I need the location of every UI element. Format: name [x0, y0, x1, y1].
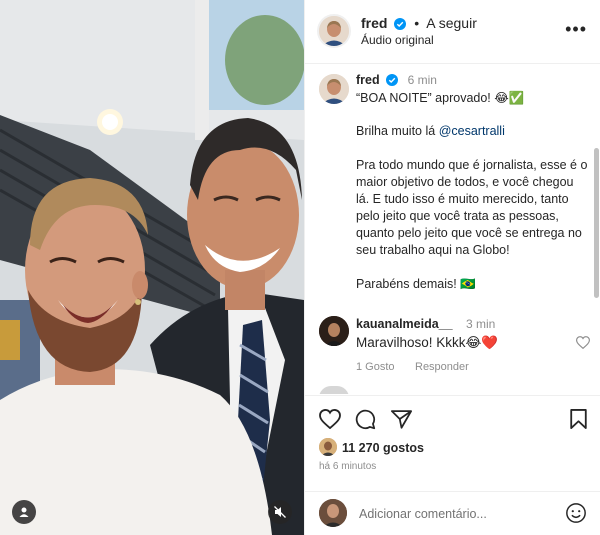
verified-icon: [394, 18, 407, 30]
author-avatar[interactable]: [317, 14, 351, 48]
caption-time: 6 min: [407, 73, 437, 87]
caption-text: Brilha muito lá: [356, 124, 439, 138]
caption-author-avatar[interactable]: [319, 74, 349, 104]
caption-line: Pra todo mundo que é jornalista, esse é …: [356, 158, 588, 257]
current-user-avatar: [319, 499, 347, 527]
comment-input[interactable]: [359, 504, 549, 524]
mute-icon[interactable]: [268, 500, 292, 524]
caption-username[interactable]: fred: [356, 73, 380, 87]
audio-label[interactable]: Áudio original: [361, 33, 434, 47]
save-icon[interactable]: [570, 409, 587, 429]
comments-section[interactable]: fred 6 min “BOA NOITE” aprovado! 😂✅ Bril…: [305, 64, 600, 394]
caption-line: Parabéns demais! 🇧🇷: [356, 277, 476, 291]
post-photo: [0, 0, 304, 535]
caption-line: Brilha muito lá @cesartralli: [356, 123, 588, 140]
commenter-username[interactable]: kauanalmeida__: [356, 317, 453, 331]
heart-icon[interactable]: [319, 409, 341, 429]
scrollbar[interactable]: [594, 144, 599, 394]
separator-dot: •: [414, 15, 420, 31]
comment-time: 3 min: [466, 317, 496, 331]
follow-button[interactable]: A seguir: [426, 15, 477, 31]
share-icon[interactable]: [391, 409, 412, 429]
user-tag-icon[interactable]: [12, 500, 36, 524]
reply-button[interactable]: Responder: [415, 361, 469, 373]
post-panel: fred • A seguir Áudio original ••• fred …: [304, 0, 600, 535]
liker-avatar[interactable]: [319, 438, 337, 456]
author-username[interactable]: fred: [361, 15, 387, 31]
comment-icon[interactable]: [355, 409, 376, 430]
likes-count[interactable]: 11 270 gostos: [342, 441, 424, 455]
post-media[interactable]: [0, 0, 304, 535]
emoji-icon[interactable]: [565, 502, 587, 524]
commenter-avatar[interactable]: [319, 316, 349, 346]
posted-time: há 6 minutos: [319, 461, 377, 472]
comment-likes[interactable]: 1 Gosto: [356, 361, 395, 373]
more-icon[interactable]: •••: [565, 20, 587, 38]
header-title-row: fred • A seguir: [361, 15, 477, 31]
comment-text: Maravilhoso! Kkkk😂❤️: [356, 335, 499, 350]
post-header: fred • A seguir Áudio original •••: [305, 0, 600, 64]
mention-link[interactable]: @cesartralli: [439, 124, 505, 138]
verified-icon: [386, 74, 399, 86]
next-commenter-avatar: [319, 386, 349, 394]
scrollbar-thumb[interactable]: [594, 148, 599, 298]
add-comment-bar: [305, 491, 600, 535]
caption-line: “BOA NOITE” aprovado! 😂✅: [356, 91, 525, 105]
post-actions: 11 270 gostos há 6 minutos: [305, 395, 600, 481]
comment-heart-icon[interactable]: [576, 336, 590, 349]
